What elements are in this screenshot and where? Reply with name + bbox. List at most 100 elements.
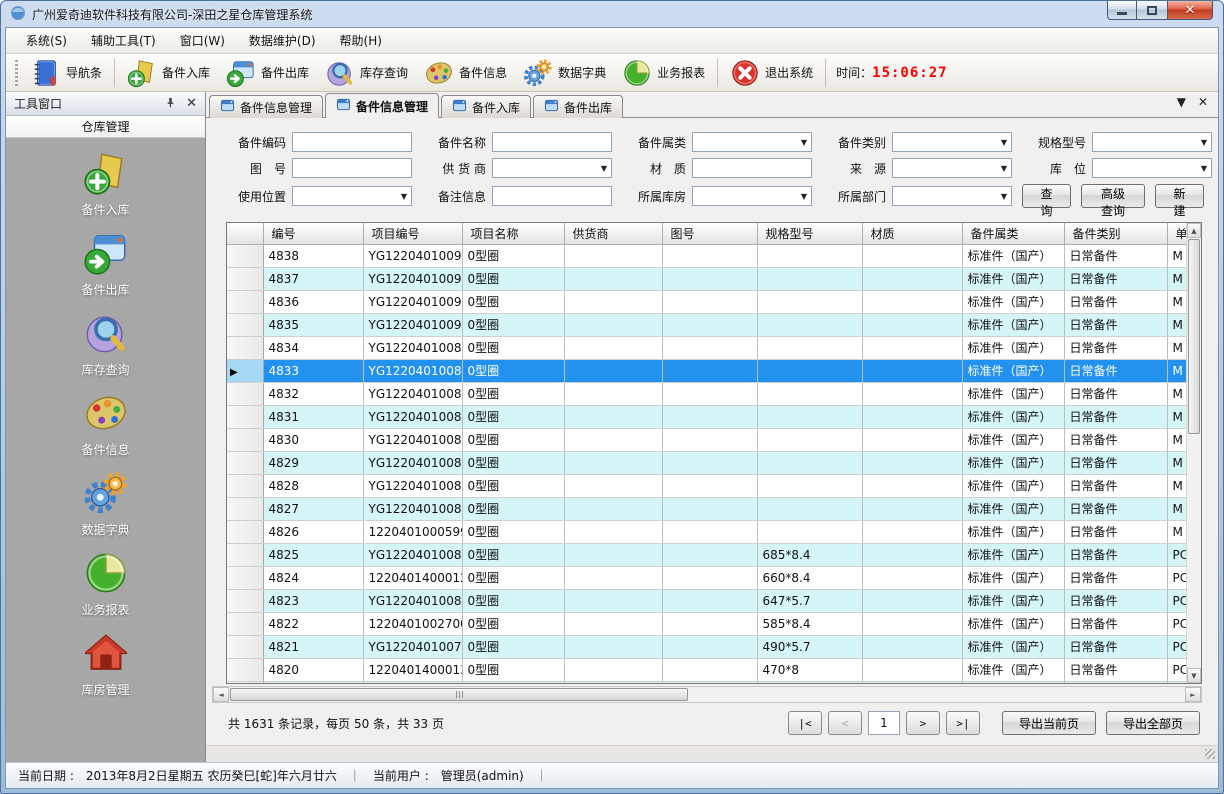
form-input[interactable] [292, 132, 412, 152]
row-indicator[interactable] [227, 566, 263, 589]
table-row[interactable]: 4831YG122040100860型圈标准件（国产）日常备件M [227, 405, 1186, 428]
tab-2[interactable]: 备件入库 [441, 95, 531, 118]
tab-3[interactable]: 备件出库 [533, 95, 623, 118]
row-indicator[interactable] [227, 244, 263, 267]
row-indicator[interactable] [227, 267, 263, 290]
form-select[interactable]: ▼ [692, 132, 812, 152]
column-header[interactable]: 编号 [263, 223, 363, 244]
column-header[interactable]: 项目名称 [462, 223, 564, 244]
form-select[interactable]: ▼ [1092, 132, 1212, 152]
toolbar-button-exit-system[interactable]: 退出系统 [722, 56, 821, 90]
minimize-button[interactable] [1107, 1, 1137, 20]
sidebar-item-data-dictionary[interactable]: 数据字典 [41, 470, 171, 538]
menu-item-4[interactable]: 帮助(H) [328, 28, 394, 53]
page-number-input[interactable]: 1 [868, 711, 900, 735]
table-row[interactable]: 482612204010005990型圈标准件（国产）日常备件M [227, 520, 1186, 543]
tab-0[interactable]: 备件信息管理 [209, 95, 323, 118]
prev-page-button[interactable]: < [828, 711, 862, 735]
query-button[interactable]: 查询 [1022, 184, 1071, 208]
row-indicator[interactable] [227, 336, 263, 359]
column-header[interactable]: 供货商 [564, 223, 662, 244]
horizontal-scroll-thumb[interactable] [230, 688, 688, 701]
resize-grip[interactable] [1205, 749, 1215, 759]
form-select[interactable]: ▼ [692, 186, 812, 206]
table-row[interactable]: 4825YG122040100810型圈685*8.4标准件（国产）日常备件PC [227, 543, 1186, 566]
scroll-left-icon[interactable]: ◄ [213, 687, 229, 702]
close-button[interactable]: ✕ [1167, 1, 1213, 20]
tab-list-chevron-down-icon[interactable]: ▼ [1177, 96, 1186, 108]
menu-item-3[interactable]: 数据维护(D) [237, 28, 328, 53]
column-header[interactable]: 备件类别 [1064, 223, 1167, 244]
table-row[interactable]: 4832YG122040100870型圈标准件（国产）日常备件M [227, 382, 1186, 405]
toolbar-button-data-dictionary[interactable]: 数据字典 [515, 56, 614, 90]
row-indicator[interactable] [227, 428, 263, 451]
next-page-button[interactable]: > [906, 711, 940, 735]
maximize-button[interactable] [1137, 1, 1167, 20]
form-select[interactable]: ▼ [892, 132, 1012, 152]
row-indicator[interactable] [227, 589, 263, 612]
row-indicator[interactable] [227, 543, 263, 566]
form-select[interactable]: ▼ [492, 158, 612, 178]
toolbar-button-parts-info[interactable]: 备件信息 [416, 56, 515, 90]
menu-item-2[interactable]: 窗口(W) [168, 28, 237, 53]
form-input[interactable] [292, 158, 412, 178]
table-row[interactable] [227, 681, 1186, 683]
horizontal-scrollbar[interactable]: ◄ ► [212, 686, 1202, 703]
column-header[interactable]: 图号 [662, 223, 757, 244]
menu-item-1[interactable]: 辅助工具(T) [79, 28, 168, 53]
row-indicator[interactable] [227, 497, 263, 520]
sidebar-item-parts-inbound[interactable]: 备件入库 [41, 150, 171, 218]
toolbar-button-stock-query[interactable]: 库存查询 [317, 56, 416, 90]
row-indicator[interactable] [227, 405, 263, 428]
row-indicator[interactable] [227, 313, 263, 336]
column-header[interactable]: 项目编号 [363, 223, 462, 244]
toolbar-button-parts-inbound[interactable]: 备件入库 [119, 56, 218, 90]
sidebar-item-parts-outbound[interactable]: 备件出库 [41, 230, 171, 298]
form-select[interactable]: ▼ [292, 186, 412, 206]
last-page-button[interactable]: >| [946, 711, 980, 735]
row-indicator[interactable] [227, 658, 263, 681]
column-header[interactable]: 单位 [1167, 223, 1186, 244]
sidebar-item-parts-info[interactable]: 备件信息 [41, 390, 171, 458]
form-select[interactable]: ▼ [892, 186, 1012, 206]
form-select[interactable]: ▼ [892, 158, 1012, 178]
vertical-scroll-thumb[interactable] [1188, 239, 1200, 434]
table-row[interactable]: ▶4833YG122040100880型圈标准件（国产）日常备件M [227, 359, 1186, 382]
table-row[interactable]: 4835YG122040100900型圈标准件（国产）日常备件M [227, 313, 1186, 336]
table-row[interactable]: 4834YG122040100890型圈标准件（国产）日常备件M [227, 336, 1186, 359]
row-indicator[interactable]: ▶ [227, 359, 263, 382]
table-row[interactable]: 482212204010027000型圈585*8.4标准件（国产）日常备件PC [227, 612, 1186, 635]
new-button[interactable]: 新建 [1155, 184, 1204, 208]
column-header[interactable]: 备件属类 [962, 223, 1064, 244]
form-select[interactable]: ▼ [1092, 158, 1212, 178]
table-row[interactable]: 4830YG122040100850型圈标准件（国产）日常备件M [227, 428, 1186, 451]
advanced-query-button[interactable]: 高级查询 [1081, 184, 1145, 208]
tab-1[interactable]: 备件信息管理 [325, 93, 439, 118]
toolbar-button-navbar[interactable]: 导航条 [23, 56, 110, 90]
table-row[interactable]: 4838YG122040100930型圈标准件（国产）日常备件M [227, 244, 1186, 267]
scroll-up-icon[interactable]: ▲ [1187, 223, 1201, 238]
row-indicator[interactable] [227, 451, 263, 474]
row-indicator[interactable] [227, 635, 263, 658]
menu-item-0[interactable]: 系统(S) [14, 28, 79, 53]
vertical-scrollbar[interactable]: ▲ ▼ [1186, 223, 1201, 683]
form-input[interactable] [492, 186, 612, 206]
toolbar-button-parts-outbound[interactable]: 备件出库 [218, 56, 317, 90]
table-row[interactable]: 4836YG122040100910型圈标准件（国产）日常备件M [227, 290, 1186, 313]
form-input[interactable] [692, 158, 812, 178]
row-indicator[interactable] [227, 474, 263, 497]
table-row[interactable]: 482012204014000130型圈470*8标准件（国产）日常备件PC [227, 658, 1186, 681]
column-header[interactable]: 规格型号 [757, 223, 862, 244]
export-all-pages-button[interactable]: 导出全部页 [1106, 711, 1200, 735]
table-row[interactable]: 4829YG122040100840型圈标准件（国产）日常备件M [227, 451, 1186, 474]
toolbar-button-business-report[interactable]: 业务报表 [614, 56, 713, 90]
sidebar-item-business-report[interactable]: 业务报表 [41, 550, 171, 618]
toolbar-grip[interactable] [15, 60, 18, 86]
form-input[interactable] [492, 132, 612, 152]
table-row[interactable]: 4823YG122040100800型圈647*5.7标准件（国产）日常备件PC [227, 589, 1186, 612]
sidebar-item-warehouse[interactable]: 库房管理 [41, 630, 171, 698]
pin-icon[interactable] [165, 97, 176, 111]
sidebar-group-header[interactable]: 仓库管理 [6, 116, 205, 138]
table-row[interactable]: 4827YG122040100820型圈标准件（国产）日常备件M [227, 497, 1186, 520]
table-row[interactable]: 4821YG122040100790型圈490*5.7标准件（国产）日常备件PC [227, 635, 1186, 658]
